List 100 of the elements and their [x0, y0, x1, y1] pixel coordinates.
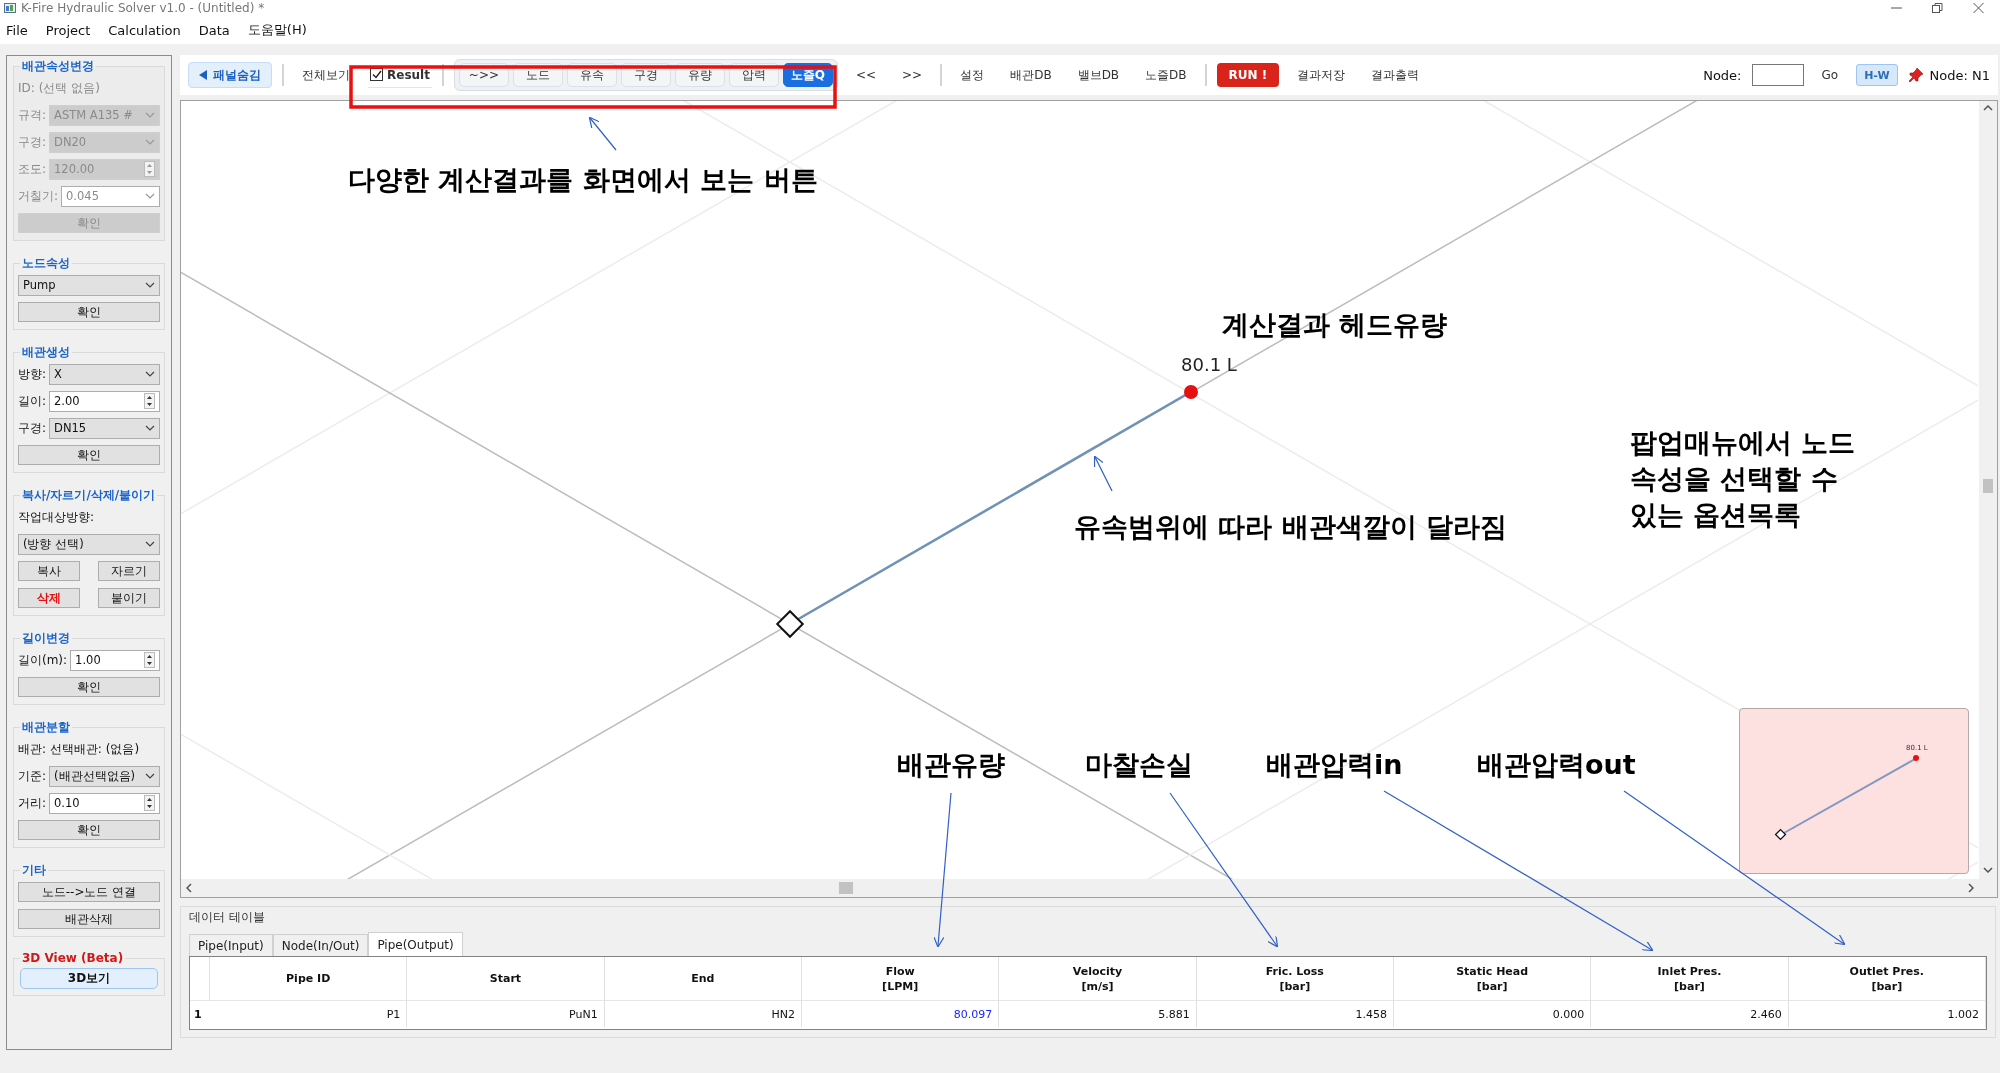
checkbox-label: Result [387, 67, 430, 82]
toolbar-button[interactable]: 설정 [952, 63, 993, 87]
panel-button[interactable]: 확인 [18, 302, 160, 322]
panel-button[interactable]: 복사 [18, 561, 80, 581]
dropdown[interactable]: X [49, 363, 160, 385]
triangle-left-icon [199, 70, 207, 80]
spin-field[interactable]: 1.00 [70, 649, 160, 671]
node-indicator: Node: N1 [1929, 67, 1990, 83]
chevron-down-icon [145, 193, 155, 199]
dropdown[interactable]: DN15 [49, 417, 160, 439]
head-node [1184, 385, 1198, 399]
field-label: 기준: [18, 767, 47, 785]
scroll-left-icon[interactable] [186, 883, 192, 893]
annotation-arrow [1093, 455, 1113, 492]
vertical-scrollbar[interactable] [1979, 101, 1997, 879]
pin-icon [1907, 67, 1924, 83]
panel-button[interactable]: 확인 [18, 677, 160, 697]
column-header: Fric. Loss [bar] [1265, 963, 1324, 994]
annotation-text: 배관유량 [897, 748, 1005, 782]
column-header: Pipe ID [286, 971, 331, 986]
horizontal-scrollbar[interactable] [181, 879, 1979, 897]
spin-field[interactable]: 0.10 [49, 792, 160, 814]
info-text: 작업대상방향: [18, 508, 95, 526]
table-tab[interactable]: Pipe(Input) [189, 934, 273, 956]
dropdown[interactable]: (방향 선택) [18, 533, 160, 555]
table-cell: P1 [210, 1001, 408, 1027]
toolbar-button[interactable]: >> [894, 65, 931, 85]
annotation-text: 다양한 계산결과를 화면에서 보는 버튼 [348, 163, 818, 197]
dropdown[interactable]: (배관선택없음) [49, 765, 160, 787]
table-cell: 2.460 [1591, 1001, 1789, 1027]
annotation-arrow [588, 116, 617, 151]
column-header: Velocity [m/s] [1072, 963, 1123, 994]
view-3d-button[interactable]: 3D보기 [20, 967, 158, 989]
toolbar-button[interactable]: 결과출력 [1363, 63, 1428, 87]
info-text: ID: (선택 없음) [18, 79, 100, 97]
field-label: 구경: [18, 133, 47, 151]
field-label: 조도: [18, 160, 47, 178]
group-title: 배관분할 [21, 719, 71, 736]
toolbar-button[interactable]: 밸브DB [1069, 63, 1128, 87]
scroll-thumb[interactable] [839, 882, 854, 894]
flow-label: 80.1 L [1181, 354, 1237, 375]
chevron-down-icon [145, 282, 155, 288]
scroll-thumb[interactable] [1983, 479, 1993, 494]
spin-field[interactable]: 2.00 [49, 390, 160, 412]
table-tab[interactable]: Pipe(Output) [368, 932, 463, 956]
hide-panel-button[interactable]: 패널숨김 [188, 62, 272, 88]
spin-arrows-icon [144, 652, 155, 668]
panel-button[interactable]: 노드-->노드 연결 [18, 882, 160, 902]
restore-icon[interactable] [1932, 3, 1943, 13]
field-label: 길이: [18, 392, 47, 410]
scroll-up-icon[interactable] [1983, 105, 1993, 111]
panel-button[interactable]: 배관삭제 [18, 909, 160, 929]
annotation-text: 팝업매뉴에서 노드 속성을 선택할 수 있는 옵션목록 [1630, 426, 1856, 532]
panel-button[interactable]: 자르기 [98, 561, 160, 581]
group-title: 길이변경 [21, 630, 71, 647]
spin-arrows-icon [144, 795, 155, 811]
menu-item[interactable]: Project [43, 20, 93, 40]
panel-button[interactable]: 확인 [18, 445, 160, 465]
field-label: 거칠기: [18, 187, 59, 205]
table-cell: PuN1 [407, 1001, 605, 1027]
toolbar-button[interactable]: << [847, 65, 885, 85]
toolbar-button[interactable]: 노즐DB [1137, 63, 1195, 87]
table-cell: 1.002 [1788, 1001, 1986, 1027]
menu-item[interactable]: Data [196, 20, 232, 40]
annotation-text: 유속범위에 따라 배관색깔이 달라짐 [1074, 510, 1508, 544]
dropdown[interactable]: Pump [18, 274, 160, 296]
scroll-down-icon[interactable] [1983, 867, 1993, 873]
table-cell: HN2 [604, 1001, 802, 1027]
group-title: 노드속성 [21, 255, 71, 272]
menu-item[interactable]: File [4, 20, 30, 40]
table-cell: 1.458 [1196, 1001, 1394, 1027]
annotation-text: 계산결과 헤드유량 [1222, 308, 1448, 342]
chevron-down-icon [145, 139, 155, 145]
scroll-right-icon[interactable] [1968, 883, 1974, 893]
info-text: 배관: 선택배관: (없음) [18, 740, 140, 758]
toolbar-button[interactable]: 결과저장 [1289, 63, 1354, 87]
method-toggle[interactable]: H-W [1856, 64, 1898, 86]
group-title: 3D View (Beta) [21, 951, 125, 965]
column-header: End [691, 971, 715, 986]
junction-node [1774, 828, 1787, 841]
toolbar-button[interactable]: Go [1813, 65, 1847, 85]
panel-button[interactable]: 확인 [18, 820, 160, 840]
node-field[interactable] [1751, 64, 1804, 86]
group-title: 배관속성변경 [21, 58, 95, 75]
annotation-text: 배관압력in [1266, 748, 1403, 782]
field-label: 방향: [18, 365, 47, 383]
menu-item[interactable]: Calculation [106, 20, 183, 40]
table-cell: 5.881 [999, 1001, 1197, 1027]
toolbar-button[interactable]: 전체보기 [294, 63, 358, 87]
chevron-down-icon [145, 773, 155, 779]
annotation-text: 마찰손실 [1085, 748, 1193, 782]
toolbar-button[interactable]: 배관DB [1002, 63, 1060, 87]
table-tab[interactable]: Node(In/Out) [272, 934, 369, 956]
chevron-down-icon [145, 371, 155, 377]
panel-button[interactable]: 삭제 [18, 588, 80, 608]
panel-button[interactable]: 붙이기 [98, 588, 160, 608]
close-icon[interactable] [1973, 3, 1984, 13]
menu-item[interactable]: 도움말(H) [245, 19, 309, 41]
run-button[interactable]: RUN ! [1216, 63, 1280, 87]
table-cell: 80.097 [802, 1001, 1000, 1027]
